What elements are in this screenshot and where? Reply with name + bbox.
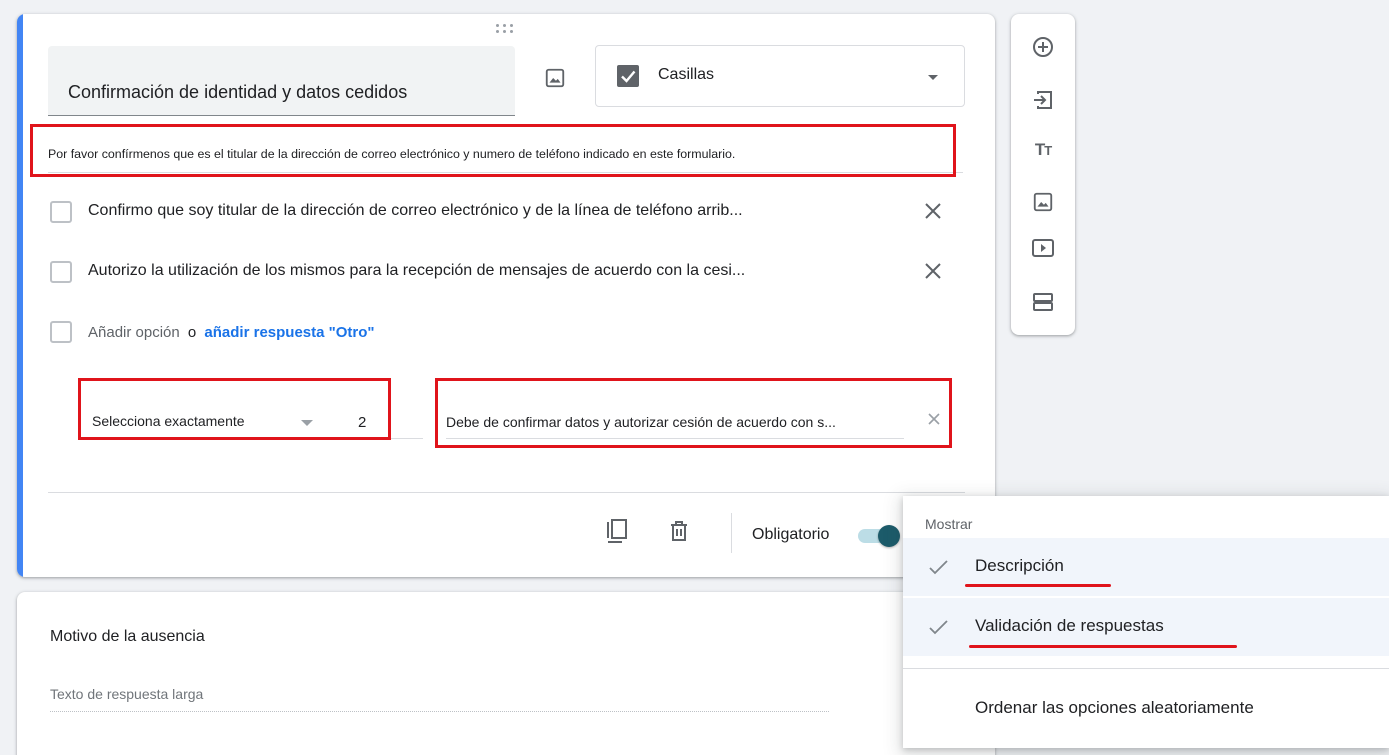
chevron-down-icon	[928, 75, 938, 80]
add-question-icon	[1033, 37, 1053, 57]
add-title-button[interactable]: TT	[1027, 134, 1059, 166]
import-questions-icon	[1034, 91, 1052, 109]
import-questions-button[interactable]	[1027, 84, 1059, 116]
menu-item-description[interactable]: Descripción	[903, 538, 1389, 596]
delete-button[interactable]	[662, 514, 696, 548]
add-image-button[interactable]	[539, 62, 571, 94]
option-row[interactable]: Autorizo la utilización de los mismos pa…	[50, 258, 950, 288]
question-title-input[interactable]: Confirmación de identidad y datos cedido…	[48, 46, 515, 116]
add-option-button[interactable]: Añadir opción	[88, 324, 180, 341]
menu-item-label: Validación de respuestas	[975, 616, 1164, 635]
option-checkbox	[50, 201, 72, 223]
duplicate-button[interactable]	[600, 514, 634, 548]
add-section-button[interactable]	[1027, 286, 1059, 318]
option-label[interactable]: Autorizo la utilización de los mismos pa…	[88, 262, 745, 280]
annotation-underline	[969, 645, 1237, 648]
add-option-row: Añadir opción o añadir respuesta "Otro"	[50, 318, 950, 348]
annotation-box	[435, 378, 952, 448]
question-type-select[interactable]: Casillas	[595, 45, 965, 107]
option-row[interactable]: Confirmo que soy titular de la dirección…	[50, 198, 950, 228]
close-icon	[925, 203, 941, 219]
question-card[interactable]: Motivo de la ausencia Texto de respuesta…	[17, 592, 995, 755]
check-icon	[929, 620, 948, 635]
question-card[interactable]: Confirmación de identidad y datos cedido…	[17, 14, 995, 577]
or-label: o	[187, 324, 197, 341]
trash-icon	[671, 521, 687, 541]
option-checkbox	[50, 261, 72, 283]
option-checkbox	[50, 321, 72, 343]
copy-icon	[607, 519, 627, 543]
add-other-button[interactable]: añadir respuesta "Otro"	[204, 324, 374, 341]
option-label[interactable]: Confirmo que soy titular de la dirección…	[88, 202, 743, 220]
question-type-label: Casillas	[658, 66, 715, 83]
annotation-box	[30, 124, 956, 177]
add-title-icon: TT	[1034, 140, 1052, 159]
menu-item-label: Descripción	[975, 556, 1064, 575]
vertical-divider	[731, 513, 732, 553]
side-toolbar: TT	[1011, 14, 1075, 335]
question-title: Confirmación de identidad y datos cedido…	[68, 82, 408, 102]
question-title: Motivo de la ausencia	[50, 628, 205, 645]
image-icon	[545, 68, 565, 88]
annotation-box	[78, 378, 391, 440]
add-image-tool-button[interactable]	[1027, 186, 1059, 218]
required-toggle-thumb[interactable]	[878, 525, 900, 547]
menu-divider	[903, 668, 1389, 669]
active-card-indicator	[17, 14, 23, 577]
add-question-button[interactable]	[1027, 31, 1059, 63]
menu-header: Mostrar	[925, 516, 973, 532]
divider	[48, 492, 965, 493]
add-section-icon	[1033, 293, 1053, 311]
drag-handle-icon[interactable]	[496, 24, 514, 34]
check-icon	[929, 560, 948, 575]
remove-option-button[interactable]	[920, 198, 946, 224]
menu-item-label: Ordenar las opciones aleatoriamente	[975, 698, 1254, 717]
add-image-icon	[1033, 192, 1053, 212]
checkbox-icon	[617, 65, 639, 87]
remove-option-button[interactable]	[920, 258, 946, 284]
add-video-icon	[1032, 239, 1054, 257]
long-answer-placeholder: Texto de respuesta larga	[50, 686, 829, 712]
more-options-menu: Mostrar Descripción Validación de respue…	[903, 496, 1389, 748]
annotation-underline	[965, 584, 1111, 587]
close-icon	[925, 263, 941, 279]
menu-item-shuffle-options[interactable]: Ordenar las opciones aleatoriamente	[903, 680, 1389, 738]
required-label: Obligatorio	[752, 526, 830, 543]
add-video-button[interactable]	[1027, 232, 1059, 264]
